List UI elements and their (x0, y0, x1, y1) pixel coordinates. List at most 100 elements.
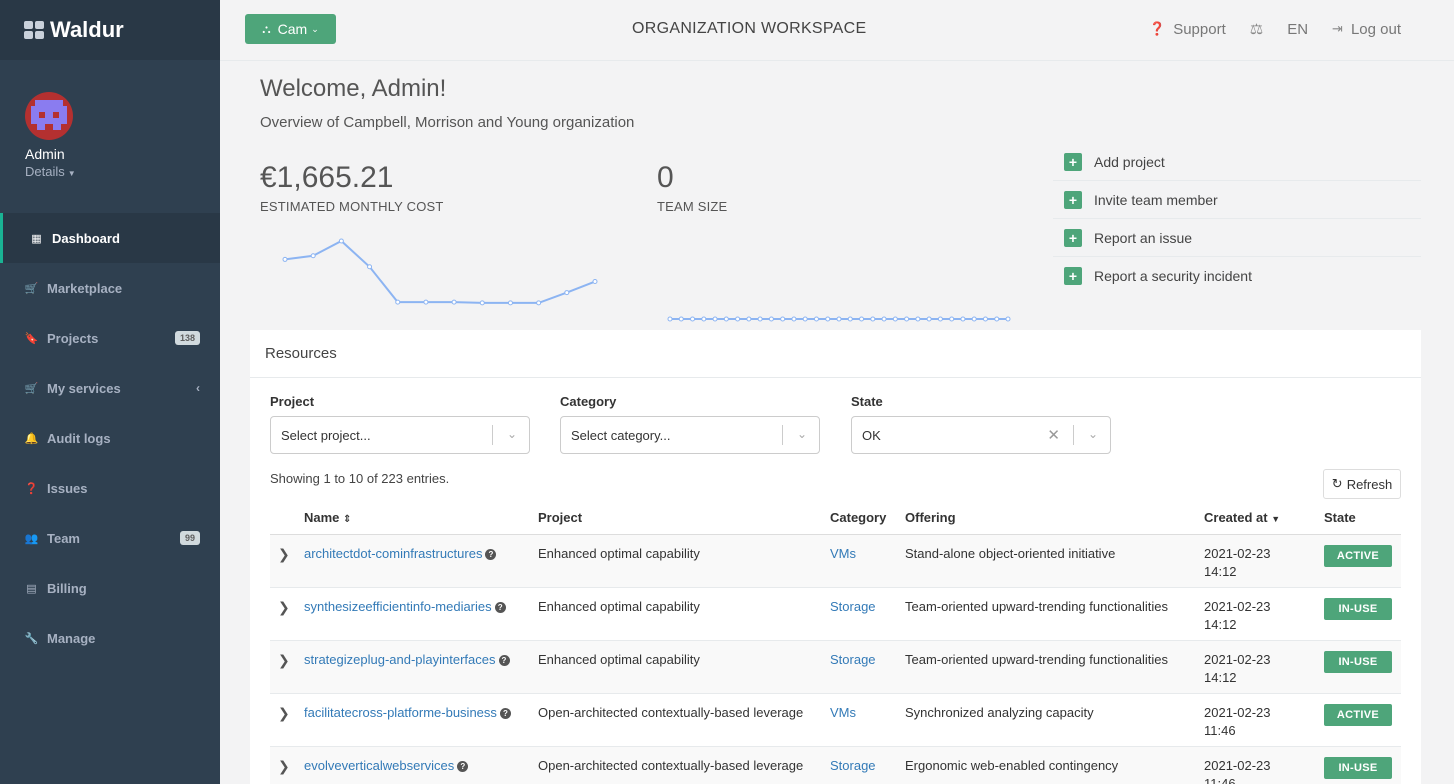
cost-value: €1,665.21 (260, 161, 394, 194)
created-column-header[interactable]: Created at ▼ (1200, 502, 1320, 535)
refresh-button[interactable]: ↻ Refresh (1323, 469, 1401, 499)
grid-logo-icon (24, 21, 44, 39)
expand-row-button[interactable]: ❯ (270, 692, 300, 746)
category-select-placeholder: Select category... (571, 427, 671, 443)
project-filter-label: Project (270, 394, 315, 409)
chevron-right-icon: ❯ (278, 757, 290, 774)
user-details-label: Details (25, 164, 65, 179)
resource-name-cell: architectdot-cominfrastructures? (300, 533, 534, 587)
wrench-icon: 🔧 (24, 632, 39, 645)
sidebar-item-label: My services (47, 380, 121, 396)
language-selector[interactable]: EN (1287, 21, 1308, 38)
plus-icon: + (1064, 190, 1082, 209)
question-icon: ❓ (24, 482, 39, 495)
cost-stat: €1,665.21 ESTIMATED MONTHLY COST (260, 161, 444, 214)
cost-label: ESTIMATED MONTHLY COST (260, 199, 444, 214)
name-column-header[interactable]: Name ⇕ (300, 502, 534, 535)
cost-sparkline-point (310, 253, 316, 259)
question-circle-icon[interactable]: ? (457, 761, 469, 772)
top-right-menu: ❓ Support ⚖ EN ⇥ Log out (1125, 20, 1401, 39)
balance-scale-icon: ⚖ (1249, 21, 1264, 38)
expand-row-button[interactable]: ❯ (270, 586, 300, 640)
resources-table: Name ⇕ Project Category Offering Created… (270, 502, 1401, 784)
action-report-a-security-incident[interactable]: + Report a security incident (1053, 257, 1421, 295)
logout-label: Log out (1350, 20, 1401, 38)
category-cell: VMs (826, 533, 901, 587)
team-sparkline-point (892, 316, 898, 322)
sidebar-item-my-services[interactable]: 🛒 My services ‹ (0, 363, 220, 413)
category-link[interactable]: Storage (830, 652, 876, 667)
resource-name-link[interactable]: evolveverticalwebservices (304, 758, 454, 773)
terms-link[interactable]: ⚖ (1250, 20, 1263, 38)
created-time: 11:46 (1204, 775, 1236, 784)
resource-name-link[interactable]: facilitatecross-platforme-business (304, 705, 497, 720)
sidebar-item-issues[interactable]: ❓ Issues (0, 463, 220, 513)
cost-sparkline-point (451, 299, 457, 305)
resource-name-link[interactable]: architectdot-cominfrastructures (304, 546, 482, 561)
created-date: 2021-02-23 (1204, 757, 1271, 773)
team-sparkline-point (791, 316, 797, 322)
brand-logo[interactable]: Waldur (0, 0, 220, 60)
expand-row-button[interactable]: ❯ (270, 745, 300, 784)
category-link[interactable]: Storage (830, 758, 876, 773)
state-cell: IN-USE (1320, 745, 1401, 784)
question-circle-icon[interactable]: ? (494, 602, 506, 613)
state-column-header: State (1320, 502, 1401, 535)
created-cell: 2021-02-23 11:46 (1200, 745, 1320, 784)
expand-row-button[interactable]: ❯ (270, 639, 300, 693)
status-badge: IN-USE (1324, 650, 1392, 673)
cost-sparkline-line (284, 239, 596, 304)
expand-row-button[interactable]: ❯ (270, 533, 300, 587)
state-cell: IN-USE (1320, 639, 1401, 693)
support-link[interactable]: ❓ Support (1149, 21, 1226, 38)
question-circle-icon[interactable]: ? (485, 549, 497, 560)
logout-link[interactable]: ⇥ Log out (1332, 21, 1401, 38)
sidebar-item-billing[interactable]: ▤ Billing (0, 563, 220, 613)
category-cell: Storage (826, 745, 901, 784)
category-link[interactable]: Storage (830, 599, 876, 614)
project-cell: Enhanced optimal capability (534, 586, 826, 640)
organization-selector-button[interactable]: ⛬ Cam ⌄ (245, 14, 336, 44)
question-circle-icon[interactable]: ? (498, 655, 510, 666)
cost-sparkline-point (423, 299, 429, 305)
category-link[interactable]: VMs (830, 546, 856, 561)
created-cell: 2021-02-23 14:12 (1200, 586, 1320, 640)
state-select[interactable]: OK ✕ ⌄ (851, 416, 1111, 454)
action-label: Invite team member (1094, 191, 1218, 208)
cost-sparkline-point (592, 279, 598, 285)
resource-name-link[interactable]: strategizeplug-and-playinterfaces (304, 652, 496, 667)
sidebar-item-team[interactable]: 👥 Team 99 (0, 513, 220, 563)
action-label: Add project (1094, 153, 1165, 170)
project-cell: Open-architected contextually-based leve… (534, 745, 826, 784)
category-select[interactable]: Select category... ⌄ (560, 416, 820, 454)
bell-icon: 🔔 (24, 432, 39, 445)
created-time: 14:12 (1204, 669, 1237, 685)
sidebar-item-audit-logs[interactable]: 🔔 Audit logs (0, 413, 220, 463)
team-sparkline-point (926, 316, 932, 322)
action-add-project[interactable]: + Add project (1053, 143, 1421, 181)
category-link[interactable]: VMs (830, 705, 856, 720)
resource-name-link[interactable]: synthesizeefficientinfo-mediaries (304, 599, 492, 614)
question-circle-icon[interactable]: ? (499, 708, 511, 719)
chevron-down-icon: ⌄ (1087, 427, 1098, 441)
clear-icon[interactable]: ✕ (1047, 426, 1060, 444)
team-sparkline-point (780, 316, 786, 322)
chevron-right-icon: ❯ (278, 598, 290, 615)
sidebar-item-projects[interactable]: 🔖 Projects 138 (0, 313, 220, 363)
user-profile: Admin Details ▼ (0, 60, 220, 213)
sign-out-icon: ⇥ (1332, 21, 1343, 36)
resource-name-cell: facilitatecross-platforme-business? (300, 692, 534, 746)
action-report-an-issue[interactable]: + Report an issue (1053, 219, 1421, 257)
sidebar-item-dashboard[interactable]: ▦ Dashboard (0, 213, 220, 263)
sidebar-item-marketplace[interactable]: 🛒 Marketplace (0, 263, 220, 313)
quick-actions: + Add project + Invite team member + Report a… (1053, 143, 1421, 295)
project-select[interactable]: Select project... ⌄ (270, 416, 530, 454)
action-label: Report an issue (1094, 229, 1193, 246)
user-details-toggle[interactable]: Details ▼ (25, 164, 220, 179)
cost-sparkline-point (507, 300, 513, 306)
welcome-title: Welcome, Admin! (260, 75, 447, 102)
project-filter: Project Select project... ⌄ (270, 394, 530, 454)
sidebar-item-manage[interactable]: 🔧 Manage (0, 613, 220, 663)
action-invite-team-member[interactable]: + Invite team member (1053, 181, 1421, 219)
avatar[interactable] (25, 92, 73, 140)
